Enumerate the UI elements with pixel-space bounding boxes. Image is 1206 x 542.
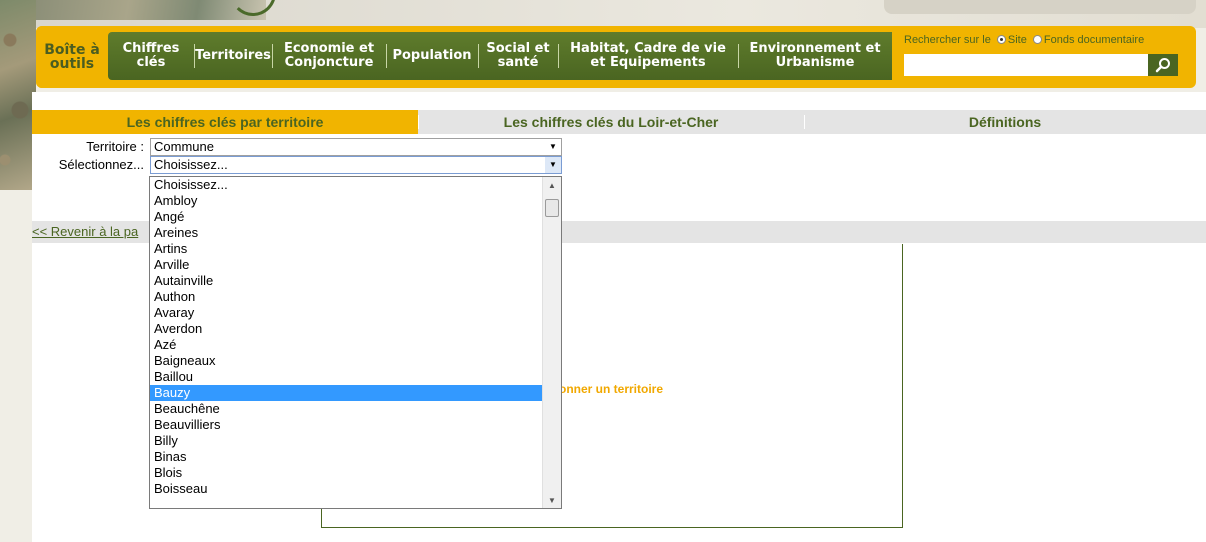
radio-site-label: Site [1007,34,1027,46]
search-label-prefix: Rechercher sur le [904,34,991,46]
dropdown-option[interactable]: Ambloy [150,193,542,209]
dropdown-option[interactable]: Billy [150,433,542,449]
header-pill [884,0,1196,14]
dropdown-option[interactable]: Baigneaux [150,353,542,369]
search-input[interactable] [904,54,1148,76]
radio-site[interactable] [996,35,1006,44]
dropdown-option[interactable]: Avaray [150,305,542,321]
main-navbar: Boîte à outils Chiffres clés Territoires… [36,26,1196,88]
background-aerial-map [0,0,36,190]
nav-item-habitat[interactable]: Habitat, Cadre de vie et Equipements [558,32,738,80]
search-button[interactable] [1148,54,1178,76]
scroll-down-icon[interactable]: ▼ [543,492,561,508]
nav-home-link[interactable]: Boîte à outils [36,26,108,88]
dropdown-scrollbar[interactable]: ▲ ▼ [542,177,561,508]
nav-item-environnement[interactable]: Environnement et Urbanisme [738,32,892,80]
dropdown-options: Choisissez... Ambloy Angé Areines Artins Arvi… [150,177,542,497]
search-icon [1155,58,1170,73]
dropdown-option[interactable]: Artins [150,241,542,257]
back-link[interactable]: << Revenir à la pa [32,224,138,239]
tab-definitions[interactable]: Définitions [804,110,1206,134]
dropdown-option[interactable]: Beauchêne [150,401,542,417]
dropdown-option[interactable]: Averdon [150,321,542,337]
nav-menu: Chiffres clés Territoires Economie et Co… [108,32,892,80]
dropdown-option[interactable]: Choisissez... [150,177,542,193]
selection-label: Sélectionnez... [58,157,144,172]
nav-item-territoires[interactable]: Territoires [194,32,272,80]
dropdown-option[interactable]: Baillou [150,369,542,385]
search-box: Rechercher sur le Site Fonds documentair… [904,26,1196,88]
territoire-label: Territoire : [86,139,144,154]
nav-item-economie[interactable]: Economie et Conjoncture [272,32,386,80]
tab-chiffres-par-territoire[interactable]: Les chiffres clés par territoire [32,110,418,134]
dropdown-option[interactable]: Angé [150,209,542,225]
scroll-up-icon[interactable]: ▲ [543,177,561,193]
nav-item-chiffres-cles[interactable]: Chiffres clés [108,32,194,80]
commune-select-value: Choisissez... [154,157,228,172]
dropdown-option[interactable]: Areines [150,225,542,241]
dropdown-option[interactable]: Autainville [150,273,542,289]
nav-item-social-sante[interactable]: Social et santé [478,32,558,80]
dropdown-option[interactable]: Boisseau [150,481,542,497]
dropdown-option[interactable]: Authon [150,289,542,305]
radio-fonds-documentaire[interactable] [1032,35,1042,44]
dropdown-option[interactable]: Bauzy [150,385,542,401]
dropdown-option[interactable]: Blois [150,465,542,481]
territoire-select-value: Commune [154,139,214,154]
commune-select[interactable]: Choisissez... ▼ [150,156,562,174]
tab-bar: Les chiffres clés par territoire Les chi… [32,110,1206,134]
scrollbar-thumb[interactable] [545,199,559,217]
nav-item-population[interactable]: Population [386,32,478,80]
result-message: ctionner un territoire [545,382,664,396]
dropdown-option[interactable]: Binas [150,449,542,465]
dropdown-option[interactable]: Arville [150,257,542,273]
chevron-down-icon: ▼ [549,142,557,151]
search-scope: Rechercher sur le Site Fonds documentair… [904,34,1144,46]
chevron-down-icon: ▼ [545,157,561,173]
tab-chiffres-loir-et-cher[interactable]: Les chiffres clés du Loir-et-Cher [418,110,804,134]
dropdown-option[interactable]: Beauvilliers [150,417,542,433]
dropdown-option[interactable]: Azé [150,337,542,353]
radio-fonds-label: Fonds documentaire [1043,34,1145,46]
commune-dropdown-list[interactable]: Choisissez... Ambloy Angé Areines Artins Arvi… [149,176,562,509]
territoire-select[interactable]: Commune ▼ [150,138,562,156]
